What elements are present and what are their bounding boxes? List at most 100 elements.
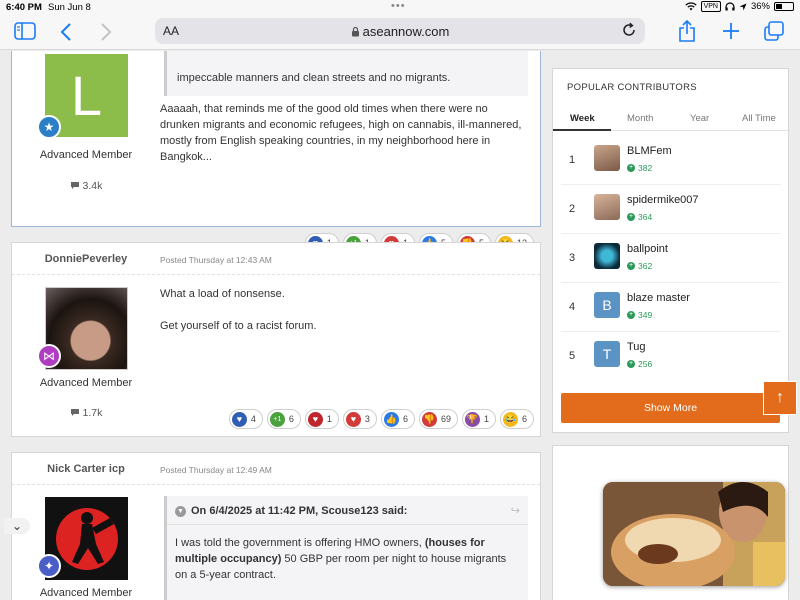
reputation: 3.4k (12, 180, 160, 192)
plus-icon: + (627, 164, 635, 172)
quote-link-icon[interactable]: ↪ (511, 504, 520, 517)
avatar-letter: L (70, 63, 103, 127)
contributor-row[interactable]: 1 BLMFem +382 (561, 136, 781, 185)
plus-icon: + (627, 262, 635, 270)
plus-icon: + (627, 360, 635, 368)
post-timestamp[interactable]: Posted Thursday at 12:49 AM (160, 465, 272, 475)
avatar[interactable] (594, 243, 620, 269)
heart-icon: ♥ (345, 411, 361, 427)
reload-icon[interactable] (621, 22, 637, 43)
post-timestamp[interactable]: Posted Thursday at 12:43 AM (160, 255, 272, 265)
post-body: Aaaaah, that reminds me of the good old … (160, 103, 522, 163)
picture-in-picture-video[interactable] (603, 482, 785, 586)
star-rank-icon: ★ (37, 115, 61, 139)
heart-icon: ♥ (231, 411, 247, 427)
avatar[interactable]: T (594, 341, 620, 367)
headphones-icon (725, 2, 735, 11)
points-value: 256 (638, 359, 653, 369)
avatar[interactable] (594, 194, 620, 220)
contributor-row[interactable]: 5 T Tug +256 (561, 332, 781, 381)
reaction-heart[interactable]: ♥ 4 (228, 409, 263, 429)
points-value: 349 (638, 310, 653, 320)
reaction-count: 69 (440, 414, 451, 424)
reaction-laugh[interactable]: 😂 6 (499, 409, 534, 429)
reaction-count: 1 (483, 414, 489, 424)
contributor-rank: 2 (569, 203, 576, 215)
reputation: 1.7k (12, 407, 160, 419)
member-title: Advanced Member (39, 377, 133, 389)
reaction-thumbs-down[interactable]: 👎 69 (418, 409, 458, 429)
quote-text: I was told the government is offering HM… (175, 535, 515, 583)
widget-title: POPULAR CONTRIBUTORS (567, 82, 697, 93)
reaction-count: 1 (326, 414, 332, 424)
show-more-button[interactable]: Show More (561, 393, 780, 423)
arrow-up-icon: ↑ (776, 389, 784, 406)
chevron-down-icon: ⌄ (11, 519, 23, 533)
new-tab-icon[interactable] (722, 22, 740, 40)
reaction-broken-heart[interactable]: ♥ 1 (304, 409, 339, 429)
tabs-overview-icon[interactable] (764, 21, 784, 41)
contributor-name[interactable]: Tug (627, 341, 646, 353)
reputation-count: 3.4k (82, 180, 103, 192)
reaction-count: 6 (521, 414, 527, 424)
avatar[interactable]: B (594, 292, 620, 318)
active-tab-indicator (553, 129, 611, 131)
author-name[interactable]: Nick Carter icp (12, 463, 160, 475)
reaction-love[interactable]: ♥ 3 (342, 409, 377, 429)
contributor-name[interactable]: ballpoint (627, 243, 668, 255)
video-frame (603, 482, 785, 586)
quote-text: impeccable manners and clean streets and… (177, 72, 451, 84)
contributor-rank: 4 (569, 301, 576, 313)
share-icon[interactable] (678, 20, 696, 42)
quote-text-part: I was told the government is offering HM… (175, 537, 425, 549)
address-bar[interactable]: AA aseannow.com (155, 18, 645, 44)
back-icon[interactable] (60, 23, 72, 41)
quote-citation: On 6/4/2025 at 11:42 PM, Scouse123 said: (191, 505, 408, 517)
multitasking-dots[interactable]: ••• (391, 0, 406, 12)
trophy-icon: 🏆 (464, 411, 480, 427)
status-date: Sun Jun 8 (48, 2, 91, 13)
contributor-rank: 1 (569, 154, 576, 166)
location-icon (739, 3, 747, 10)
contributor-rank: 5 (569, 350, 576, 362)
wifi-icon (684, 2, 697, 11)
browser-toolbar: AA aseannow.com (0, 14, 800, 50)
post-body-line: Get yourself of to a racist forum. (160, 320, 317, 332)
collapse-tab[interactable]: ⌄ (4, 518, 30, 534)
contributor-name[interactable]: BLMFem (627, 145, 672, 157)
reaction-trophy[interactable]: 🏆 1 (461, 409, 496, 429)
lock-icon (351, 26, 359, 37)
forum-page: L ★ Advanced Member 3.4k impeccable mann… (0, 51, 800, 600)
contributor-name[interactable]: spidermike007 (627, 194, 699, 206)
contributor-row[interactable]: 4 B blaze master +349 (561, 283, 781, 332)
contributor-rank: 3 (569, 252, 576, 264)
status-time: 6:40 PM (6, 2, 42, 13)
tab-month[interactable]: Month (627, 113, 653, 124)
url-text: aseannow.com (362, 24, 450, 39)
tab-all-time[interactable]: All Time (742, 113, 776, 124)
thumbs-down-icon: 👎 (421, 411, 437, 427)
forward-icon[interactable] (100, 23, 112, 41)
broken-heart-icon: ♥ (307, 411, 323, 427)
tab-week[interactable]: Week (570, 113, 595, 124)
laugh-icon: 😂 (502, 411, 518, 427)
forum-post: L ★ Advanced Member 3.4k impeccable mann… (11, 51, 541, 253)
quote-header[interactable]: ▼ On 6/4/2025 at 11:42 PM, Scouse123 sai… (175, 505, 407, 517)
reaction-count: 6 (288, 414, 294, 424)
reaction-thumbs-up[interactable]: 👍 6 (380, 409, 415, 429)
popular-contributors-widget: POPULAR CONTRIBUTORS Week Month Year All… (552, 68, 790, 433)
author-name[interactable]: DonniePeverley (12, 253, 160, 265)
contributor-name[interactable]: blaze master (627, 292, 690, 304)
tab-year[interactable]: Year (690, 113, 709, 124)
scroll-to-top-button[interactable]: ↑ (763, 381, 797, 415)
comment-icon (70, 409, 79, 416)
contributor-points: +382 (627, 163, 652, 173)
points-value: 364 (638, 212, 653, 222)
avatar[interactable] (594, 145, 620, 171)
contributor-row[interactable]: 3 ballpoint +362 (561, 234, 781, 283)
sidebar-toggle-icon[interactable] (14, 22, 36, 40)
chevron-down-icon[interactable]: ▼ (175, 505, 186, 517)
contributor-row[interactable]: 2 spidermike007 +364 (561, 185, 781, 234)
url-display[interactable]: aseannow.com (155, 24, 645, 39)
reaction-plus-one[interactable]: +1 6 (266, 409, 301, 429)
